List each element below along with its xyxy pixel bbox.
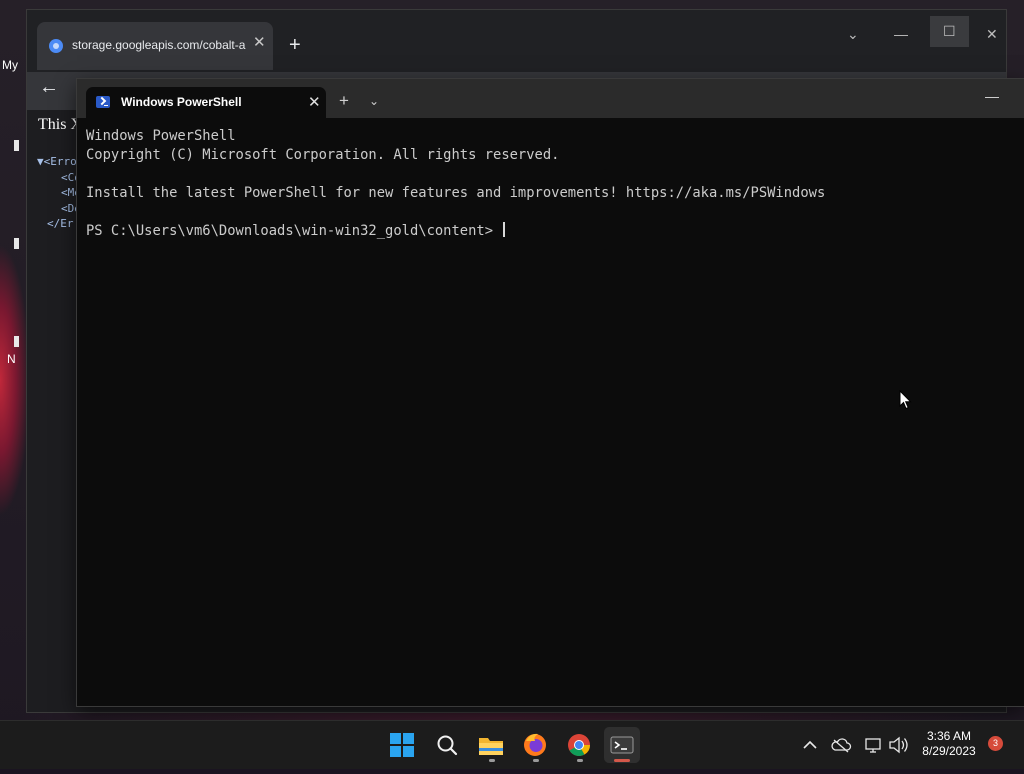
xml-info-text: This X [38, 116, 82, 133]
search-button[interactable] [429, 727, 465, 763]
close-tab-icon[interactable]: ✕ [308, 93, 321, 111]
tab-search-chevron-icon[interactable]: ⌄ [847, 26, 859, 43]
clock-time: 3:36 AM [926, 729, 972, 743]
desktop-icon-label[interactable]: N [7, 352, 16, 366]
globe-favicon-icon [49, 39, 63, 53]
active-indicator [614, 759, 630, 762]
new-tab-button[interactable]: + [289, 35, 301, 55]
terminal-tab-title: Windows PowerShell [121, 95, 242, 109]
clock[interactable]: 3:36 AM 8/29/2023 [916, 729, 982, 759]
clock-date: 8/29/2023 [922, 744, 976, 758]
desktop-icon-label[interactable]: My [2, 58, 18, 72]
running-indicator [577, 759, 583, 762]
chevron-up-icon [803, 740, 817, 749]
file-explorer-icon [479, 738, 503, 755]
new-tab-button[interactable]: + [339, 92, 349, 109]
browser-tab[interactable]: storage.googleapis.com/cobalt-a ✕ [37, 22, 273, 70]
taskbar: 3:36 AM 8/29/2023 [0, 720, 1024, 769]
start-button[interactable] [384, 727, 420, 763]
firefox-button[interactable] [517, 727, 553, 763]
xml-node: <Co [61, 170, 81, 184]
terminal-tab[interactable]: Windows PowerShell ✕ [86, 87, 326, 118]
search-icon [437, 735, 458, 756]
xml-tree: ▼<Erro <Co <Me <De </Er [37, 154, 81, 232]
xml-node: <Me [61, 186, 81, 199]
firefox-icon [524, 733, 546, 756]
xml-node: </Er [47, 217, 74, 230]
desktop-icon[interactable] [14, 336, 19, 347]
browser-close-button[interactable]: ✕ [986, 26, 998, 43]
browser-tab-strip: storage.googleapis.com/cobalt-a ✕ + ⌄ — … [27, 10, 1006, 72]
browser-tab-title: storage.googleapis.com/cobalt-a [72, 38, 246, 52]
terminal-prompt-line[interactable]: PS C:\Users\vm6\Downloads\win-win32_gold… [86, 222, 1014, 241]
mouse-pointer-icon [899, 390, 912, 410]
show-hidden-icons-button[interactable] [800, 721, 820, 769]
terminal-prompt: PS C:\Users\vm6\Downloads\win-win32_gold… [86, 223, 494, 239]
running-indicator [533, 759, 539, 762]
chrome-icon [568, 734, 590, 756]
terminal-output[interactable]: Windows PowerShell Copyright (C) Microso… [86, 127, 1014, 696]
windows-logo-icon [390, 733, 414, 757]
terminal-minimize-button[interactable]: — [985, 88, 999, 104]
back-arrow-icon[interactable]: ← [39, 76, 59, 99]
notification-badge[interactable]: 3 [988, 736, 1003, 751]
chrome-button[interactable] [561, 727, 597, 763]
terminal-line: Copyright (C) Microsoft Corporation. All… [86, 147, 560, 163]
xml-node: <De [61, 201, 81, 215]
terminal-window: Windows PowerShell ✕ + ⌄ — Windows Power… [77, 79, 1024, 706]
onedrive-offline-icon [831, 738, 852, 753]
browser-maximize-button[interactable]: ☐ [930, 16, 969, 47]
network-icon [865, 738, 881, 753]
dropdown-chevron-icon[interactable]: ⌄ [369, 94, 379, 108]
network-button[interactable] [862, 721, 884, 769]
terminal-line: Windows PowerShell [86, 128, 236, 144]
desktop-icon[interactable] [14, 140, 19, 151]
text-caret [503, 222, 505, 237]
terminal-button[interactable] [604, 727, 640, 763]
desktop-icon[interactable] [14, 238, 19, 249]
running-indicator [489, 759, 495, 762]
terminal-line: Install the latest PowerShell for new fe… [86, 185, 826, 201]
file-explorer-button[interactable] [473, 727, 509, 763]
close-tab-icon[interactable]: ✕ [253, 33, 266, 51]
powershell-icon [96, 96, 110, 108]
xml-node[interactable]: ▼<Erro [37, 154, 81, 170]
volume-icon [889, 736, 908, 754]
volume-button[interactable] [887, 721, 909, 769]
terminal-icon [610, 736, 634, 754]
onedrive-button[interactable] [830, 721, 852, 769]
terminal-tab-strip: Windows PowerShell ✕ + ⌄ — [77, 79, 1024, 118]
browser-minimize-button[interactable]: — [894, 26, 908, 42]
